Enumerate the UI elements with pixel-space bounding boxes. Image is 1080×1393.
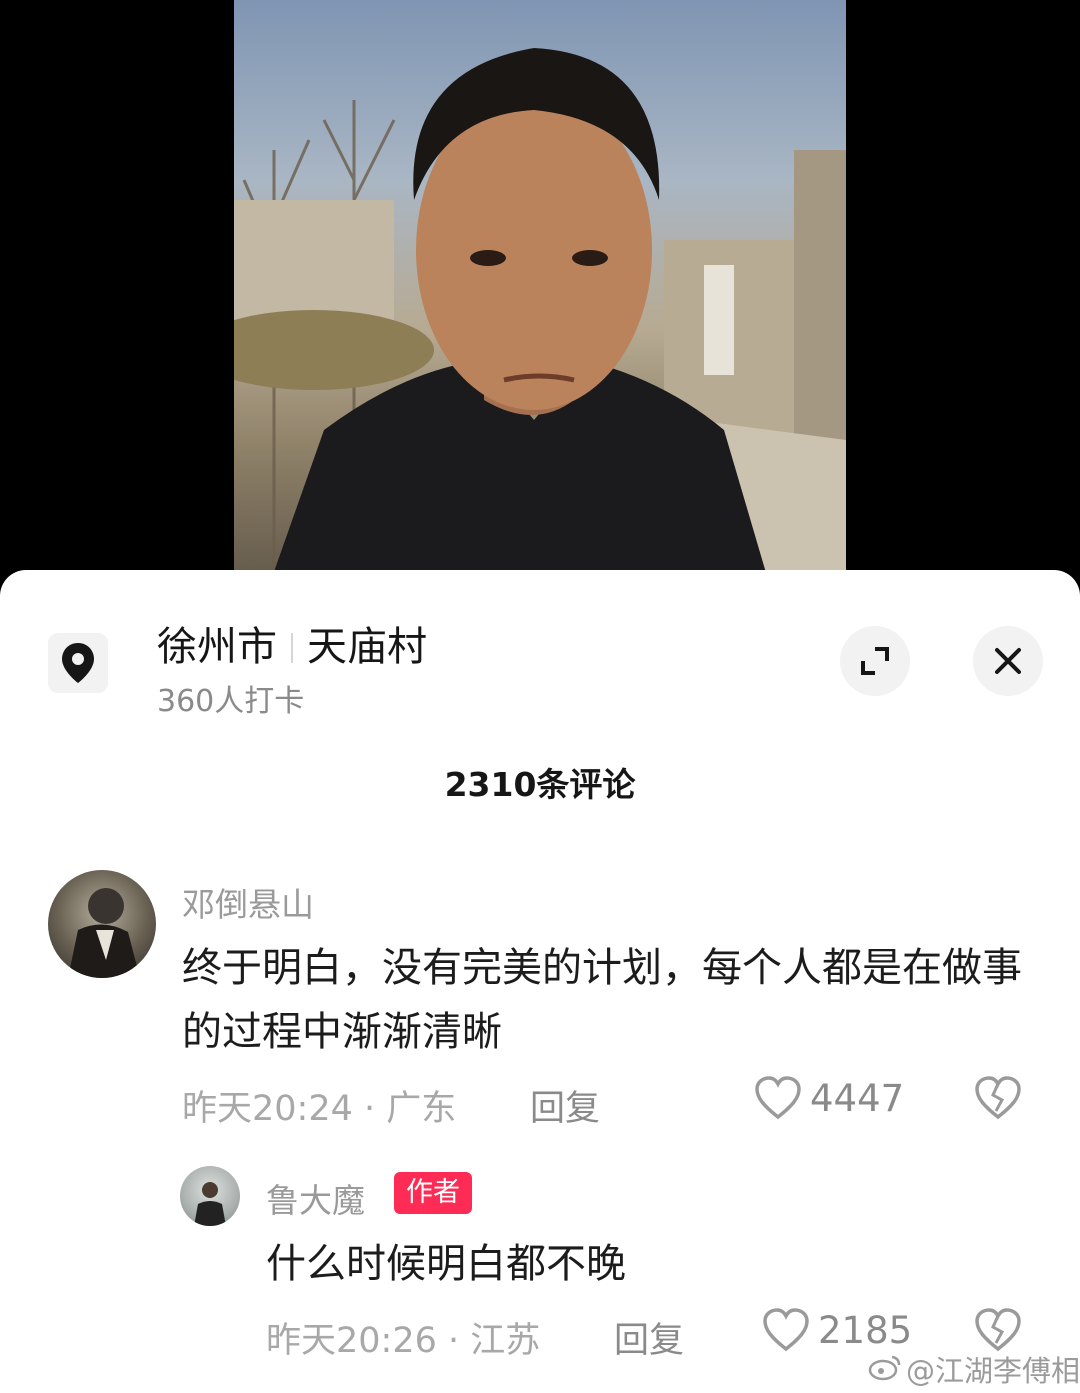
author-badge: 作者: [394, 1172, 472, 1214]
comment-username[interactable]: 邓倒悬山: [182, 878, 314, 926]
dislike-button[interactable]: [974, 1076, 1022, 1124]
like-count: 2185: [818, 1308, 913, 1352]
close-icon: [995, 648, 1021, 674]
watermark: @江湖李傅相: [868, 1348, 1080, 1390]
watermark-text: @江湖李傅相: [906, 1354, 1080, 1388]
location-city: 徐州市: [157, 624, 277, 670]
like-button[interactable]: 4447: [754, 1076, 904, 1120]
weibo-logo-icon: [868, 1355, 901, 1381]
like-count: 4447: [810, 1076, 905, 1120]
location-divider: [291, 633, 293, 663]
comment-meta: 昨天20:26 · 江苏: [266, 1321, 541, 1361]
location-title[interactable]: 徐州市 天庙村: [157, 614, 427, 672]
like-button[interactable]: 2185: [762, 1308, 912, 1352]
close-button[interactable]: [973, 626, 1043, 696]
comment-username[interactable]: 鲁大魔: [266, 1174, 365, 1222]
expand-button[interactable]: [840, 626, 910, 696]
comments-count-title: 2310条评论: [444, 765, 636, 804]
comment-text: 终于明白，没有完美的计划，每个人都是在做事的过程中渐渐清晰: [182, 945, 1022, 1055]
video-scene: [234, 48, 846, 600]
broken-heart-icon: [975, 1308, 1021, 1352]
comment-meta: 昨天20:24 · 广东: [182, 1089, 457, 1129]
comments-sheet: 徐州市 天庙村 360人打卡 2310条评论 邓倒悬山 终于明白，没有完美的计划，…: [0, 570, 1080, 1393]
location-place: 天庙村: [307, 624, 427, 670]
video-player[interactable]: [0, 0, 1080, 600]
expand-icon: [861, 647, 889, 675]
comment-text: 什么时候明白都不晚: [266, 1241, 626, 1287]
video-frame: [234, 0, 846, 600]
checkin-count: 360人打卡: [157, 684, 305, 719]
avatar[interactable]: [180, 1166, 240, 1226]
reply-button[interactable]: 回复: [614, 1312, 684, 1363]
location-pin-button[interactable]: [48, 633, 108, 693]
avatar-image: [68, 888, 140, 978]
location-pin-icon: [62, 643, 94, 683]
broken-heart-icon: [975, 1076, 1021, 1120]
avatar-image: [194, 1182, 226, 1226]
heart-icon: [755, 1076, 801, 1120]
heart-icon: [763, 1308, 809, 1352]
reply-button[interactable]: 回复: [530, 1080, 600, 1131]
avatar[interactable]: [48, 870, 156, 978]
